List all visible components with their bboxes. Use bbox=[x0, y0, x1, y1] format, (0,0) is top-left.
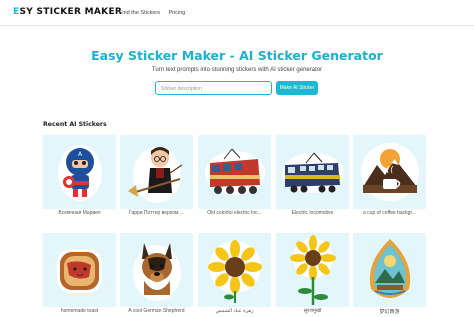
sticker-card[interactable]: A Всемчная Марвел bbox=[43, 135, 116, 219]
coffee-mountains-sticker bbox=[353, 135, 426, 209]
old-electric-locomotive-sticker bbox=[198, 135, 271, 209]
electric-locomotive-sticker bbox=[276, 135, 349, 209]
sticker-description-input[interactable]: Sticker description bbox=[155, 81, 272, 95]
sticker-card[interactable]: a cup of coffee backgr... bbox=[353, 135, 426, 219]
sticker-caption: Всемчная Марвел bbox=[58, 210, 101, 216]
toast-sticker bbox=[43, 233, 116, 307]
sticker-caption: a cup of coffee backgr... bbox=[363, 210, 416, 216]
sticker-caption: सूरजमुखी bbox=[303, 308, 322, 314]
sticker-card[interactable]: زهرة عباد الشمس bbox=[198, 233, 271, 317]
top-bar: ESY STICKER MAKER Find the Stickers Pric… bbox=[0, 0, 474, 26]
sticker-caption: A cool German Shepherd bbox=[128, 308, 185, 314]
sticker-caption: Old colorful electric loc... bbox=[207, 210, 262, 216]
sticker-caption: زهرة عباد الشمس bbox=[215, 308, 254, 314]
sticker-card[interactable]: Old colorful electric loc... bbox=[198, 135, 271, 219]
sticker-card[interactable]: सूरजमुखी bbox=[276, 233, 349, 317]
nav-pricing[interactable]: Pricing bbox=[169, 10, 186, 16]
sticker-card[interactable]: Electric locomotive bbox=[276, 135, 349, 219]
page-title: Easy Sticker Maker - AI Sticker Generato… bbox=[91, 48, 383, 63]
harry-potter-broom-sticker bbox=[120, 135, 193, 209]
page-subtitle: Turn text prompts into stunning stickers… bbox=[151, 67, 323, 73]
site-logo[interactable]: ESY STICKER MAKER bbox=[13, 7, 122, 17]
sticker-caption: 梦幻西游 bbox=[379, 309, 400, 315]
sticker-card[interactable]: homemade toast bbox=[43, 233, 116, 317]
sticker-caption: homemade toast bbox=[60, 308, 99, 314]
sticker-card[interactable]: A cool German Shepherd bbox=[120, 233, 193, 317]
sticker-card[interactable]: Гарри Поттер верхом ... bbox=[120, 135, 193, 219]
main-nav: Find the Stickers Pricing bbox=[119, 10, 192, 16]
sticker-caption: Electric locomotive bbox=[291, 210, 334, 216]
captain-america-sticker: A bbox=[43, 135, 116, 209]
nav-find-stickers[interactable]: Find the Stickers bbox=[119, 10, 160, 16]
make-sticker-button[interactable]: Make AI Sticker bbox=[276, 81, 318, 95]
sticker-caption: Гарри Поттер верхом ... bbox=[128, 210, 184, 216]
fantasy-landscape-sticker bbox=[353, 233, 426, 307]
sticker-card[interactable]: 梦幻西游 bbox=[353, 233, 426, 317]
sunflower-sticker bbox=[198, 233, 271, 307]
section-heading: Recent AI Stickers bbox=[43, 121, 107, 128]
sunflower-tall-sticker bbox=[276, 233, 349, 307]
german-shepherd-sticker bbox=[120, 233, 193, 307]
